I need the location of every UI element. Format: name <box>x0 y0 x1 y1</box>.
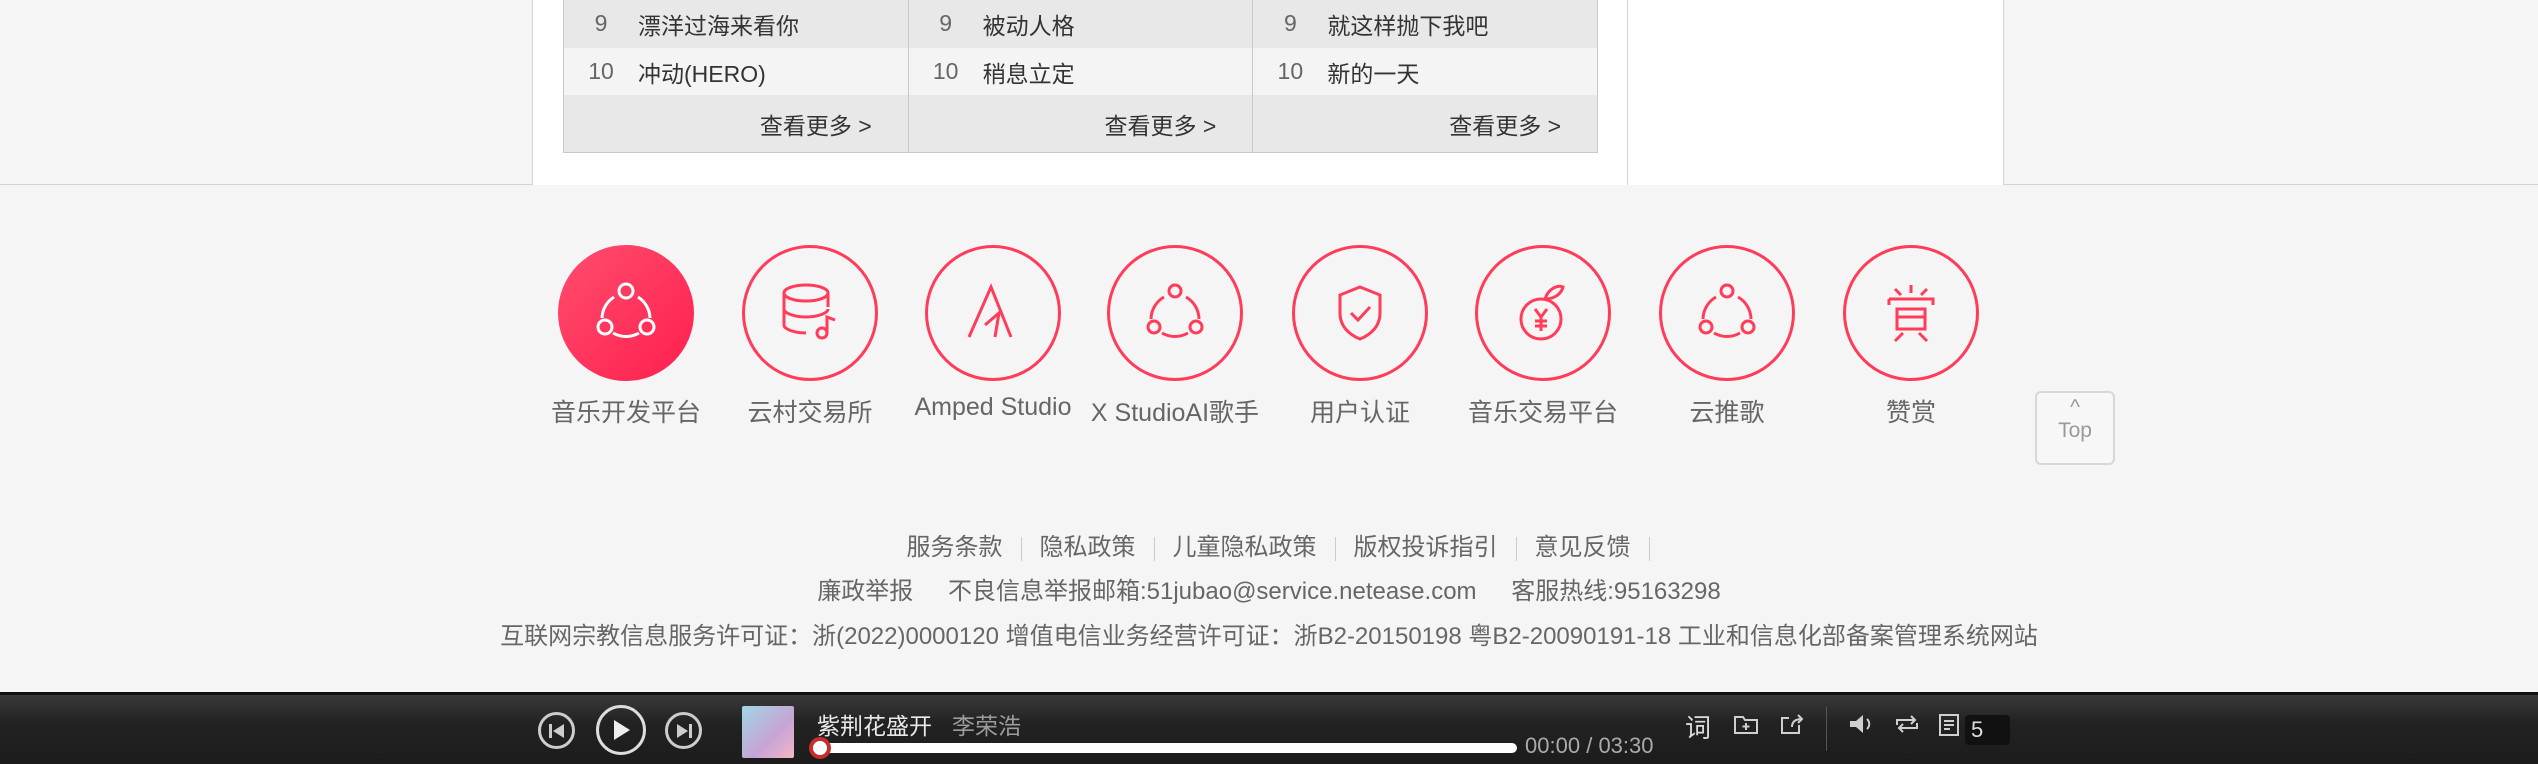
see-more-link[interactable]: 查看更多 > <box>1253 95 1598 152</box>
footer-link-copyright[interactable]: 版权投诉指引 <box>1336 534 1516 561</box>
back-to-top-label: Top <box>2058 419 2092 442</box>
rank-number: 10 <box>588 58 614 85</box>
playlist-icon <box>1939 714 1959 736</box>
play-icon <box>614 720 630 740</box>
playlist-count[interactable]: 5 <box>1965 715 2010 745</box>
service-music-trading-platform[interactable]: 音乐交易平台 <box>1443 245 1643 429</box>
service-label: Amped Studio <box>914 393 1072 421</box>
share-nodes-icon <box>1107 245 1243 381</box>
service-label: 赞赏 <box>1885 399 1936 427</box>
service-label: 用户认证 <box>1309 399 1410 427</box>
next-icon <box>676 723 692 738</box>
volume-icon <box>1850 715 1871 733</box>
ranking-row[interactable]: 10 稍息立定 <box>908 47 1253 96</box>
footer-hotline: 客服热线:95163298 <box>1511 578 1721 605</box>
song-title[interactable]: 紫荆花盛开 <box>817 707 932 741</box>
current-time: 00:00 <box>1525 733 1581 758</box>
ranking-row[interactable]: 10 新的一天 <box>1253 47 1598 96</box>
music-dev-platform-icon <box>558 245 694 381</box>
progress-bar[interactable] <box>809 737 1517 759</box>
footer-link-terms[interactable]: 服务条款 <box>889 534 1021 561</box>
album-cover[interactable] <box>742 706 794 758</box>
footer-report-email: 不良信息举报邮箱:51jubao@service.netease.com <box>947 578 1477 605</box>
ranking-row[interactable]: 10 冲动(HERO) <box>564 47 908 96</box>
volume-button[interactable] <box>1848 713 1876 742</box>
ranking-column-3: 9 就这样抛下我吧 10 新的一天 查看更多 > <box>1253 0 1598 152</box>
player-divider <box>1826 707 1827 751</box>
sidebar-divider <box>1627 0 1628 185</box>
ranking-column-2: 9 被动人格 10 稍息立定 查看更多 > <box>908 0 1254 152</box>
footer-divider <box>1648 536 1650 561</box>
service-label: 音乐交易平台 <box>1467 399 1618 427</box>
time-display: 00:00 / 03:30 <box>1525 733 1654 759</box>
service-cloud-village-exchange[interactable]: 云村交易所 <box>710 245 910 429</box>
share-icon <box>1781 714 1804 734</box>
song-name-link[interactable]: 冲动(HERO) <box>638 55 766 89</box>
ranking-table: 9 漂洋过海来看你 10 冲动(HERO) 查看更多 > 9 被动人格 10 稍… <box>563 0 1598 153</box>
footer-link-privacy[interactable]: 隐私政策 <box>1022 534 1154 561</box>
service-x-studio-ai-singer[interactable]: X StudioAI歌手 <box>1075 245 1275 429</box>
service-label: 音乐开发平台 <box>550 399 701 427</box>
reward-icon <box>1843 245 1979 381</box>
song-name-link[interactable]: 就这样抛下我吧 <box>1327 7 1488 41</box>
service-cloud-push-song[interactable]: 云推歌 <box>1627 245 1827 429</box>
rank-number: 9 <box>1283 10 1297 37</box>
ranking-row[interactable]: 9 被动人格 <box>908 0 1253 48</box>
share-nodes-icon <box>1659 245 1795 381</box>
ranking-row[interactable]: 9 漂洋过海来看你 <box>564 0 908 48</box>
footer-contact: 廉政举报 不良信息举报邮箱:51jubao@service.netease.co… <box>0 571 2538 606</box>
share-button[interactable] <box>1779 713 1805 742</box>
footer-link-integrity-report[interactable]: 廉政举报 <box>817 578 913 605</box>
playlist-button[interactable] <box>1938 713 1962 744</box>
footer-links: 服务条款 隐私政策 儿童隐私政策 版权投诉指引 意见反馈 <box>0 527 2538 562</box>
song-name-link[interactable]: 新的一天 <box>1327 55 1419 89</box>
footer-link-child-privacy[interactable]: 儿童隐私政策 <box>1155 534 1335 561</box>
service-label: 云推歌 <box>1689 399 1765 427</box>
back-to-top-button[interactable]: ^ Top <box>2035 391 2115 465</box>
song-name-link[interactable]: 被动人格 <box>983 7 1075 41</box>
ranking-section: 9 漂洋过海来看你 10 冲动(HERO) 查看更多 > 9 被动人格 10 稍… <box>0 0 2538 185</box>
see-more-link[interactable]: 查看更多 > <box>564 95 908 152</box>
service-reward[interactable]: 赞赏 <box>1811 245 2011 429</box>
time-separator: / <box>1586 733 1593 758</box>
ranking-row[interactable]: 9 就这样抛下我吧 <box>1253 0 1598 48</box>
lyrics-button[interactable]: 词 <box>1685 708 1711 745</box>
database-music-icon <box>742 245 878 381</box>
song-artist[interactable]: 李荣浩 <box>952 707 1021 741</box>
loop-mode-button[interactable] <box>1893 713 1921 742</box>
repeat-icon <box>1896 715 1918 733</box>
service-label: 云村交易所 <box>747 399 873 427</box>
previous-track-button[interactable] <box>538 712 575 749</box>
amped-a-icon <box>925 245 1061 381</box>
total-time: 03:30 <box>1598 733 1654 758</box>
service-amped-studio[interactable]: Amped Studio <box>893 245 1093 422</box>
yen-fruit-icon <box>1475 245 1611 381</box>
song-name-link[interactable]: 稍息立定 <box>983 55 1075 89</box>
shield-check-icon <box>1292 245 1428 381</box>
previous-icon <box>548 723 564 738</box>
add-to-folder-button[interactable] <box>1733 713 1759 742</box>
play-button[interactable] <box>596 705 646 755</box>
progress-knob[interactable] <box>809 737 831 759</box>
footer-licenses: 互联网宗教信息服务许可证：浙(2022)0000120 增值电信业务经营许可证：… <box>500 623 2038 650</box>
player-bar: 紫荆花盛开 李荣浩 00:00 / 03:30 词 5 <box>0 692 2538 764</box>
next-track-button[interactable] <box>665 712 702 749</box>
ranking-column-1: 9 漂洋过海来看你 10 冲动(HERO) 查看更多 > <box>564 0 909 152</box>
footer-link-feedback[interactable]: 意见反馈 <box>1517 534 1649 561</box>
service-label: X StudioAI歌手 <box>1090 399 1260 427</box>
see-more-link[interactable]: 查看更多 > <box>908 95 1253 152</box>
caret-up-icon: ^ <box>2070 396 2080 419</box>
service-user-verification[interactable]: 用户认证 <box>1260 245 1460 429</box>
service-music-dev-platform[interactable]: 音乐开发平台 <box>526 245 726 429</box>
rank-number: 10 <box>1277 58 1304 85</box>
rank-number: 10 <box>932 58 959 85</box>
rank-number: 9 <box>594 10 608 37</box>
song-name-link[interactable]: 漂洋过海来看你 <box>638 7 799 41</box>
folder-add-icon <box>1734 716 1758 734</box>
rank-number: 9 <box>939 10 953 37</box>
